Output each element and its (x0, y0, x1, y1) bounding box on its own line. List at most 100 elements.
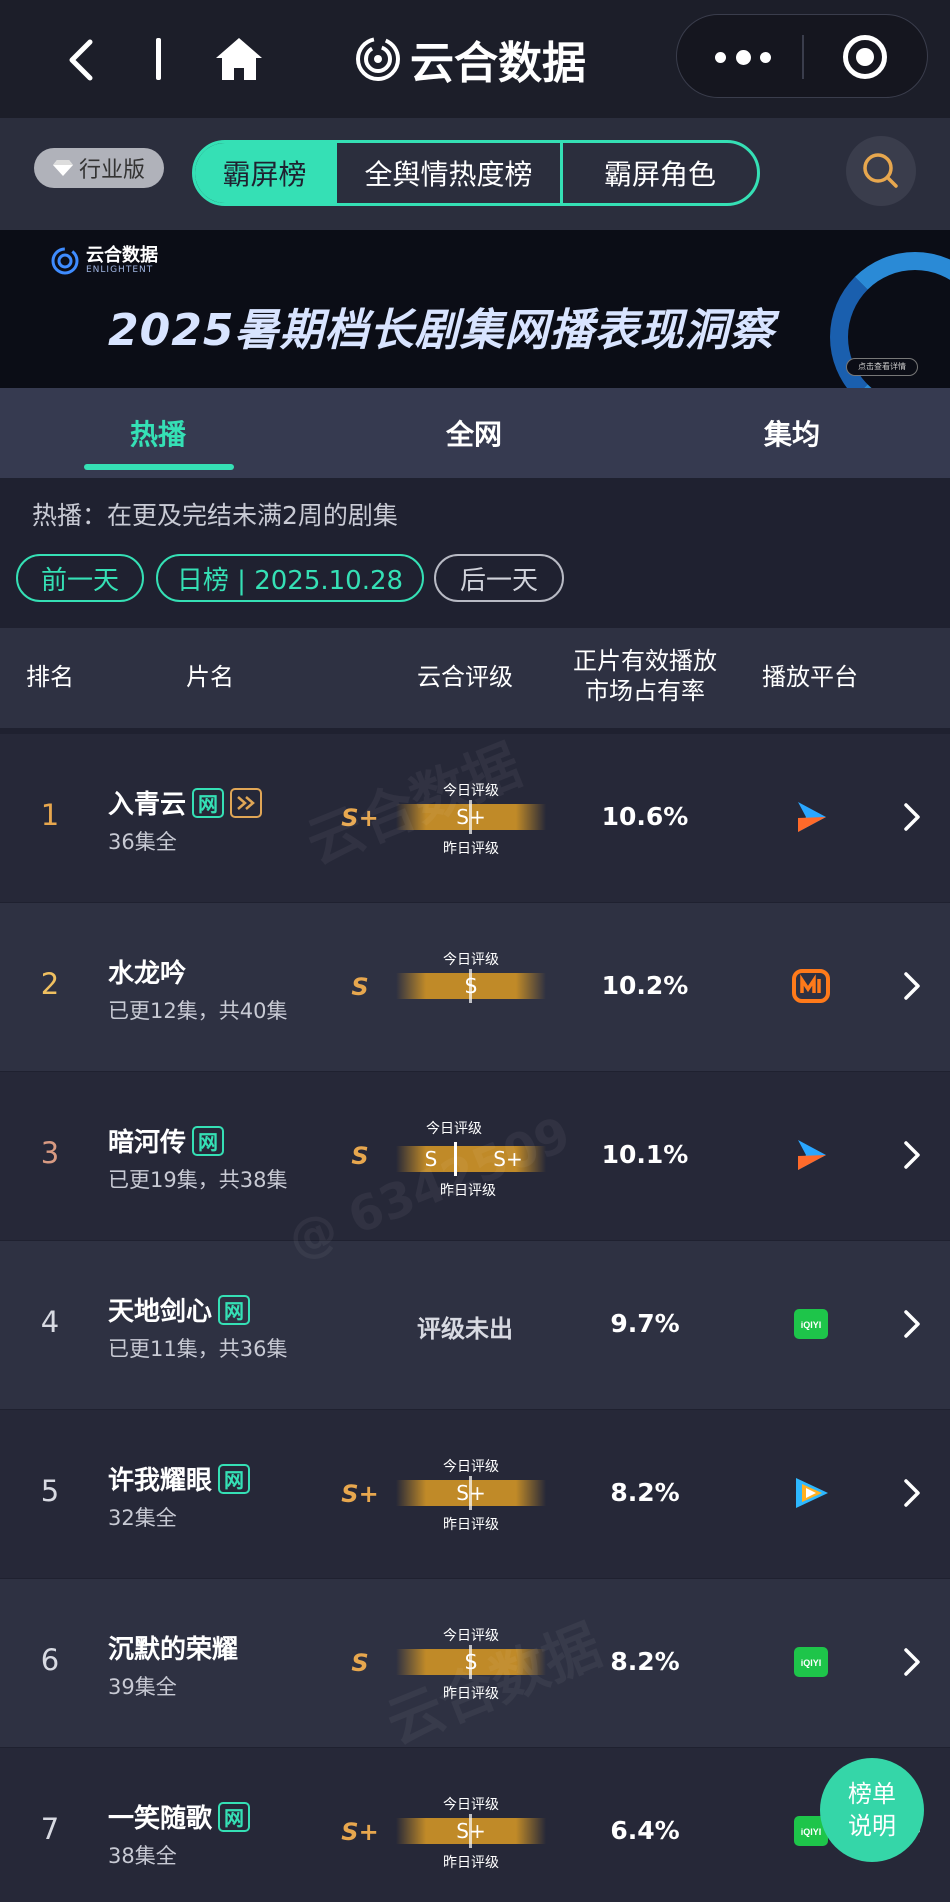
network-drama-badge: 网 (218, 1463, 251, 1494)
market-share-value: 10.2% (601, 971, 689, 1000)
chevron-right-icon[interactable] (902, 802, 922, 832)
drama-name: 一笑随歌 (108, 1804, 213, 1834)
episode-status: 32集全 (108, 1506, 177, 1530)
edition-badge[interactable]: 行业版 (34, 148, 164, 188)
chevron-right-icon[interactable] (902, 971, 922, 1001)
grade-caption-yesterday: 昨日评级 (443, 1855, 499, 1871)
capsule-divider (802, 35, 804, 79)
drama-title-line: 入青云网 (108, 784, 263, 821)
drama-title-line: 天地剑心网 (108, 1291, 251, 1328)
legend-button-line2: 说明 (848, 1812, 896, 1840)
next-day-button[interactable]: 后一天 (434, 554, 564, 602)
drama-title-line: 一笑随歌网 (108, 1798, 251, 1835)
header-grade: 云合评级 (417, 663, 513, 691)
ranking-type-tabs: 霸屏榜 全舆情热度榜 霸屏角色 (192, 140, 760, 206)
grade-label: S+ (341, 1818, 379, 1846)
tab-screen-ranking[interactable]: 霸屏榜 (195, 143, 337, 203)
drama-title-line: 许我耀眼网 (108, 1460, 251, 1497)
svg-text:iQIYI: iQIYI (801, 1827, 822, 1837)
episode-status: 已更11集，共36集 (108, 1337, 288, 1361)
legend-button-line1: 榜单 (848, 1780, 896, 1808)
grade-yesterday: S+ (493, 1147, 523, 1171)
header-title: 片名 (186, 663, 234, 691)
banner-logo-text: 云合数据 (86, 245, 158, 266)
chevron-right-icon[interactable] (902, 1647, 922, 1677)
tab-public-opinion-ranking[interactable]: 全舆情热度榜 (337, 143, 563, 203)
search-button[interactable] (846, 136, 916, 206)
episode-status: 38集全 (108, 1844, 177, 1868)
chevron-right-icon[interactable] (902, 1478, 922, 1508)
promo-banner[interactable]: 云合数据 ENLIGHTENT 2025暑期档长剧集网播表现洞察 点击查看详情 (0, 230, 950, 388)
header-share-line1: 正片有效播放 (573, 647, 717, 675)
edition-label: 行业版 (78, 158, 145, 183)
table-row[interactable]: 4 天地剑心网已更11集，共36集 评级未出 9.7% iQIYI (0, 1241, 950, 1409)
mangotv-icon (792, 967, 830, 1005)
table-row[interactable]: 1入青云网36集全S+今日评级S+昨日评级10.6% (0, 734, 950, 902)
grade-caption-today: 今日评级 (443, 1628, 499, 1644)
grade-caption-yesterday: 昨日评级 (440, 1183, 496, 1199)
enlightent-logo-icon (51, 247, 79, 275)
tab-all-network[interactable]: 全网 (384, 388, 564, 478)
close-mini-program-icon[interactable] (843, 35, 887, 79)
grade-caption-today: 今日评级 (443, 952, 499, 968)
chevron-right-icon[interactable] (902, 1309, 922, 1339)
table-header: 排名 片名 云合评级 正片有效播放 市场占有率 播放平台 (0, 628, 950, 728)
header-rank: 排名 (26, 663, 74, 691)
more-options-icon[interactable] (715, 45, 771, 69)
table-row[interactable]: 5许我耀眼网32集全S+今日评级S+昨日评级8.2% (0, 1410, 950, 1578)
grade-label: S (351, 1142, 369, 1170)
grade-not-available: 评级未出 (417, 1315, 513, 1343)
svg-text:iQIYI: iQIYI (801, 1658, 822, 1668)
drama-name: 许我耀眼 (108, 1466, 213, 1496)
grade-marker (469, 1476, 472, 1510)
legend-button[interactable]: 榜单 说明 (820, 1758, 924, 1862)
table-row[interactable]: 6沉默的荣耀39集全S今日评级S昨日评级8.2%iQIYI (0, 1579, 950, 1747)
header-platform: 播放平台 (762, 663, 858, 691)
grade-label: S+ (341, 1480, 379, 1508)
drama-title-line: 水龙吟 (108, 953, 186, 990)
active-tab-underline (84, 464, 234, 470)
market-share-value: 10.6% (601, 802, 689, 831)
market-share-value: 6.4% (610, 1816, 680, 1845)
banner-detail-link[interactable]: 点击查看详情 (846, 358, 918, 376)
market-share-value: 8.2% (610, 1647, 680, 1676)
table-row[interactable]: 2水龙吟已更12集，共40集S今日评级S10.2% (0, 903, 950, 1071)
episode-status: 已更19集，共38集 (108, 1168, 288, 1192)
network-drama-badge: 网 (218, 1801, 251, 1832)
grade-label: S+ (341, 804, 379, 832)
drama-name: 天地剑心 (108, 1297, 213, 1327)
table-row[interactable]: 3 暗河传网已更19集，共38集 S 今日评级 S S+ 昨日评级 10.1% (0, 1072, 950, 1240)
tab-screen-roles[interactable]: 霸屏角色 (563, 143, 757, 203)
svg-text:iQIYI: iQIYI (801, 1320, 822, 1330)
episode-status: 已更12集，共40集 (108, 999, 288, 1023)
network-drama-badge: 网 (192, 787, 225, 818)
banner-logo-sub: ENLIGHTENT (86, 265, 154, 275)
grade-bar: S (396, 1645, 546, 1679)
previous-day-button[interactable]: 前一天 (16, 554, 144, 602)
market-share-value: 9.7% (610, 1309, 680, 1338)
table-row[interactable]: 7一笑随歌网38集全S+今日评级S+昨日评级6.4%iQIYI (0, 1748, 950, 1902)
back-arrow-icon[interactable] (62, 38, 98, 82)
tencent-video-icon (792, 1474, 830, 1512)
grade-bar: S+ (396, 800, 546, 834)
grade-caption-yesterday: 昨日评级 (443, 841, 499, 857)
chevron-right-icon[interactable] (902, 1140, 922, 1170)
grade-bar: S (396, 969, 546, 1003)
current-date-selector[interactable]: 日榜 | 2025.10.28 (156, 554, 424, 602)
network-drama-badge: 网 (192, 1125, 225, 1156)
network-drama-badge: 网 (218, 1294, 251, 1325)
yunhe-logo-icon (356, 37, 400, 81)
grade-label: S (351, 1649, 369, 1677)
rank-number: 6 (40, 1643, 60, 1677)
grade-caption-yesterday: 昨日评级 (443, 1517, 499, 1533)
grade-bar: S S+ (396, 1142, 546, 1176)
grade-bar: S+ (396, 1814, 546, 1848)
list-description: 热播：在更及完结未满2周的剧集 (32, 501, 398, 530)
main-tabs: 热播 全网 集均 (0, 388, 950, 478)
youku-icon (792, 1136, 830, 1174)
home-icon[interactable] (214, 36, 264, 82)
episode-status: 36集全 (108, 830, 177, 854)
tab-episode-average[interactable]: 集均 (702, 388, 882, 478)
rank-number: 3 (40, 1136, 60, 1170)
mini-program-capsule (676, 14, 928, 98)
